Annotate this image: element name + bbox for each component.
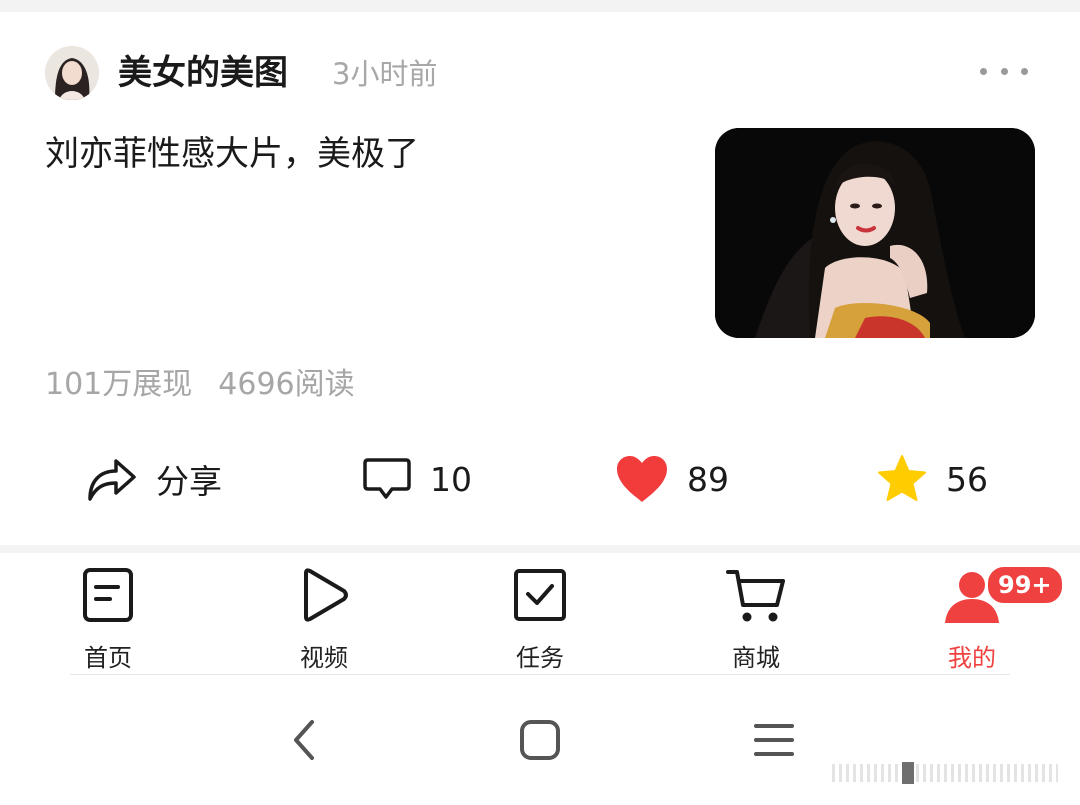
comment-icon (363, 458, 411, 499)
tab-mall-label: 商城 (732, 644, 780, 672)
impressions-count: 101万展现 (45, 367, 193, 402)
star-icon (878, 455, 926, 501)
checkbox-icon (514, 569, 566, 621)
play-icon (304, 568, 348, 622)
tab-tasks[interactable]: 任务 (480, 567, 600, 672)
share-button[interactable]: 分享 (86, 448, 222, 510)
post-card[interactable]: 美女的美图 3小时前 刘亦菲性感大片，美极了 101万展现 4696阅读 分享 (0, 12, 1080, 545)
more-options-icon[interactable] (980, 56, 1028, 86)
tab-home-label: 首页 (84, 644, 132, 672)
document-icon (83, 568, 133, 622)
favorite-button[interactable]: 56 (876, 448, 988, 510)
divider (70, 674, 1010, 675)
like-count: 89 (687, 459, 729, 499)
author-name[interactable]: 美女的美图 (118, 50, 288, 96)
favorite-count: 56 (946, 459, 988, 499)
watermark-strip (832, 762, 1058, 784)
post-title[interactable]: 刘亦菲性感大片，美极了 (45, 130, 419, 178)
post-stats: 101万展现 4696阅读 (45, 364, 355, 406)
cart-icon (726, 570, 785, 622)
comment-button[interactable]: 10 (362, 448, 472, 510)
author-avatar[interactable] (45, 46, 99, 100)
tab-mall[interactable]: 商城 (696, 567, 816, 672)
tab-video[interactable]: 视频 (264, 567, 384, 672)
back-icon[interactable] (290, 716, 320, 764)
home-icon[interactable] (518, 716, 562, 764)
heart-icon (617, 456, 667, 502)
reads-count: 4696阅读 (218, 367, 355, 402)
share-icon (88, 459, 136, 501)
notification-badge: 99+ (986, 565, 1064, 605)
share-label: 分享 (156, 462, 222, 501)
comment-count: 10 (430, 459, 472, 499)
tab-me-label: 我的 (948, 644, 996, 672)
tab-video-label: 视频 (300, 644, 348, 672)
menu-icon[interactable] (752, 716, 796, 764)
post-time: 3小时前 (332, 57, 438, 91)
tab-tasks-label: 任务 (516, 644, 564, 672)
like-button[interactable]: 89 (615, 448, 729, 510)
tab-home[interactable]: 首页 (48, 567, 168, 672)
post-thumbnail[interactable] (715, 128, 1035, 338)
